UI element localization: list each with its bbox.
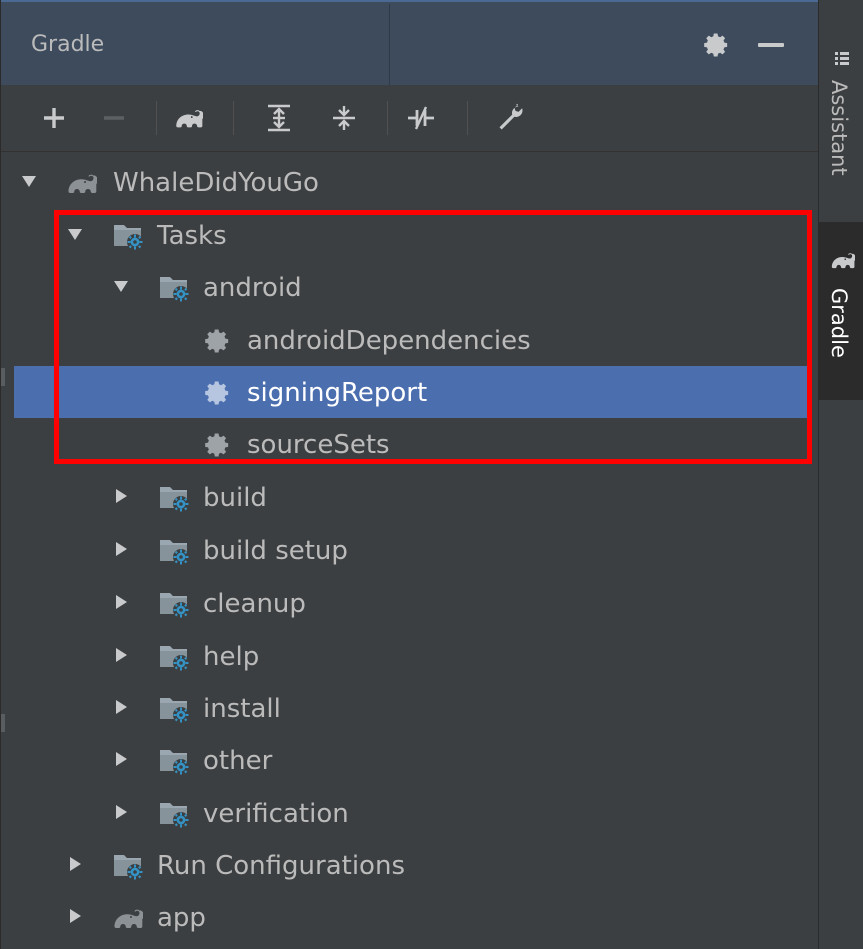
tree-node-group[interactable]: install: [1, 682, 819, 734]
collapsed-arrow-icon[interactable]: [113, 751, 129, 767]
tree-node-label: androidDependencies: [247, 326, 531, 356]
sidebar-tab-assistant[interactable]: Assistant: [819, 0, 863, 210]
task-folder-icon: [159, 273, 191, 303]
tree-node-label: help: [203, 642, 260, 672]
tree-node-group[interactable]: other: [1, 734, 819, 786]
tree-node-group[interactable]: help: [1, 630, 819, 682]
tree-node-label: other: [203, 746, 273, 776]
tree-node-group[interactable]: verification: [1, 787, 819, 839]
tree-node-task[interactable]: androidDependencies: [1, 314, 819, 366]
task-folder-icon: [159, 799, 191, 829]
collapsed-arrow-icon[interactable]: [113, 594, 129, 610]
collapsed-arrow-icon[interactable]: [67, 908, 83, 924]
elephant-icon: [111, 903, 143, 933]
task-folder-icon: [159, 746, 191, 776]
gradle-toolbar: [1, 85, 819, 152]
gear-icon: [204, 432, 230, 458]
tree-node-label: build: [203, 483, 267, 513]
tree-node-label: verification: [203, 799, 349, 829]
tree-node-android[interactable]: android: [1, 261, 819, 313]
sidebar-tab-label: Assistant: [827, 80, 851, 176]
collapsed-arrow-icon[interactable]: [113, 488, 129, 504]
gear-icon: [204, 380, 230, 406]
toolbar-divider: [467, 101, 468, 135]
task-folder-icon: [159, 694, 191, 724]
sidebar-tab-label: Gradle: [827, 288, 851, 358]
toolbar-divider: [156, 101, 157, 135]
task-folder-icon: [159, 536, 191, 566]
tool-window-header: Gradle: [1, 0, 819, 87]
expand-all-icon[interactable]: [264, 103, 294, 133]
tree-node-group[interactable]: build: [1, 471, 819, 523]
remove-icon[interactable]: [99, 103, 129, 133]
edge-marker: [1, 714, 5, 732]
gradle-tool-window: Gradle WhaleDidYouGo Tasks android andro…: [0, 0, 819, 949]
gear-icon[interactable]: [703, 32, 729, 58]
tool-window-title: Gradle: [31, 32, 105, 57]
tree-node-label: WhaleDidYouGo: [113, 168, 319, 198]
toolbar-divider: [387, 101, 388, 135]
tree-node-task[interactable]: sourceSets: [1, 418, 819, 470]
elephant-icon: [65, 168, 97, 198]
right-tool-window-bar: Assistant Gradle: [818, 0, 863, 949]
sidebar-tab-gradle[interactable]: Gradle: [819, 222, 863, 400]
task-folder-icon: [159, 483, 191, 513]
edge-marker: [1, 368, 5, 386]
toggle-offline-icon[interactable]: [406, 103, 436, 133]
tree-node-label: sourceSets: [247, 430, 390, 460]
tree-node-group[interactable]: cleanup: [1, 577, 819, 629]
collapsed-arrow-icon[interactable]: [113, 647, 129, 663]
tree-node-label: signingReport: [247, 378, 428, 408]
collapsed-arrow-icon[interactable]: [67, 856, 83, 872]
tree-node-tasks[interactable]: Tasks: [1, 209, 819, 261]
tree-node-label: app: [157, 903, 206, 933]
gear-icon: [204, 328, 230, 354]
hide-icon[interactable]: [758, 43, 784, 47]
collapse-all-icon[interactable]: [329, 103, 359, 133]
expanded-arrow-icon[interactable]: [113, 278, 129, 294]
assistant-icon: [835, 52, 849, 65]
tree-node-root-project[interactable]: WhaleDidYouGo: [1, 156, 819, 208]
tree-node-label: Run Configurations: [157, 851, 405, 881]
elephant-icon[interactable]: [173, 103, 203, 133]
expanded-arrow-icon[interactable]: [67, 226, 83, 242]
collapsed-arrow-icon[interactable]: [113, 804, 129, 820]
tree-node-label: install: [203, 694, 281, 724]
add-icon[interactable]: [39, 103, 69, 133]
tree-node-task-selected[interactable]: signingReport: [14, 366, 810, 418]
task-folder-icon: [159, 589, 191, 619]
task-folder-icon: [113, 851, 145, 881]
tree-node-group[interactable]: build setup: [1, 524, 819, 576]
collapsed-arrow-icon[interactable]: [113, 699, 129, 715]
tree-node-label: build setup: [203, 536, 348, 566]
expanded-arrow-icon[interactable]: [21, 173, 37, 189]
tree-node-label: cleanup: [203, 589, 306, 619]
toolbar-divider: [233, 101, 234, 135]
elephant-icon: [829, 250, 855, 270]
tree-node-app[interactable]: app: [1, 891, 819, 943]
header-divider: [389, 4, 390, 87]
tree-node-label: Tasks: [157, 221, 227, 251]
tree-node-run-configurations[interactable]: Run Configurations: [1, 839, 819, 891]
tree-node-label: android: [203, 273, 302, 303]
task-folder-icon: [113, 221, 145, 251]
collapsed-arrow-icon[interactable]: [113, 541, 129, 557]
wrench-icon[interactable]: [496, 103, 526, 133]
task-folder-icon: [159, 642, 191, 672]
